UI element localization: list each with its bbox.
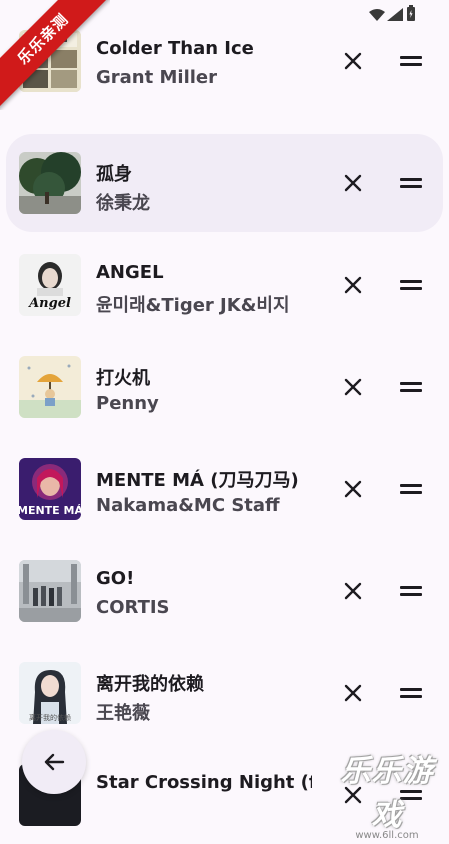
close-icon[interactable] bbox=[339, 373, 367, 401]
queue-item-selected[interactable]: 孤身 徐秉龙 bbox=[6, 134, 443, 232]
album-cover: MENTE MÁ bbox=[19, 458, 81, 520]
album-cover: Angel bbox=[19, 254, 81, 316]
song-artist: Nakama&MC Staff bbox=[96, 495, 280, 516]
song-title: 打火机 bbox=[96, 368, 150, 389]
drag-handle-icon[interactable] bbox=[400, 176, 422, 190]
ribbon-label: 乐乐亲测 bbox=[0, 0, 110, 110]
drag-handle-icon[interactable] bbox=[400, 686, 422, 700]
song-artist: 王艳薇 bbox=[96, 703, 150, 724]
svg-text:MENTE MÁ: MENTE MÁ bbox=[19, 504, 81, 517]
album-cover: 离开我的依赖 bbox=[19, 662, 81, 724]
song-title: 孤身 bbox=[96, 164, 132, 185]
svg-text:Angel: Angel bbox=[27, 296, 71, 311]
song-artist: 윤미래&Tiger JK&비지 bbox=[96, 295, 290, 316]
close-icon[interactable] bbox=[339, 271, 367, 299]
watermark-brand: 乐乐游戏 bbox=[340, 754, 434, 833]
album-cover bbox=[19, 560, 81, 622]
song-title: Star Crossing Night (f bbox=[96, 772, 312, 793]
back-button[interactable] bbox=[22, 730, 86, 794]
corner-ribbon: 乐乐亲测 bbox=[0, 0, 110, 110]
queue-item[interactable]: MENTE MÁ MENTE MÁ (刀马刀马) Nakama&MC Staff bbox=[6, 440, 443, 538]
drag-handle-icon[interactable] bbox=[400, 278, 422, 292]
queue-item[interactable]: GO! CORTIS bbox=[6, 542, 443, 640]
song-title: GO! bbox=[96, 568, 135, 589]
drag-handle-icon[interactable] bbox=[400, 584, 422, 598]
drag-handle-icon[interactable] bbox=[400, 54, 422, 68]
queue-item[interactable]: 打火机 Penny bbox=[6, 338, 443, 436]
song-title: ANGEL bbox=[96, 262, 164, 283]
album-cover bbox=[19, 152, 81, 214]
queue-item[interactable]: Angel ANGEL 윤미래&Tiger JK&비지 bbox=[6, 236, 443, 334]
close-icon[interactable] bbox=[339, 475, 367, 503]
song-artist: 徐秉龙 bbox=[96, 193, 150, 214]
song-artist: Penny bbox=[96, 393, 159, 414]
close-icon[interactable] bbox=[339, 577, 367, 605]
drag-handle-icon[interactable] bbox=[400, 482, 422, 496]
song-title: MENTE MÁ (刀马刀马) bbox=[96, 470, 299, 491]
arrow-back-icon bbox=[44, 753, 65, 771]
song-title: 离开我的依赖 bbox=[96, 674, 204, 695]
close-icon[interactable] bbox=[339, 679, 367, 707]
song-artist: Grant Miller bbox=[96, 67, 217, 88]
close-icon[interactable] bbox=[339, 47, 367, 75]
drag-handle-icon[interactable] bbox=[400, 380, 422, 394]
svg-text:离开我的依赖: 离开我的依赖 bbox=[29, 713, 71, 722]
watermark-url: www.6ll.com bbox=[355, 830, 419, 841]
close-icon[interactable] bbox=[339, 169, 367, 197]
queue-item[interactable]: 离开我的依赖 离开我的依赖 王艳薇 bbox=[6, 644, 443, 742]
watermark: 乐乐游戏 www.6ll.com bbox=[331, 746, 443, 841]
album-cover bbox=[19, 356, 81, 418]
song-artist: CORTIS bbox=[96, 597, 170, 618]
song-title: Colder Than Ice bbox=[96, 38, 254, 59]
